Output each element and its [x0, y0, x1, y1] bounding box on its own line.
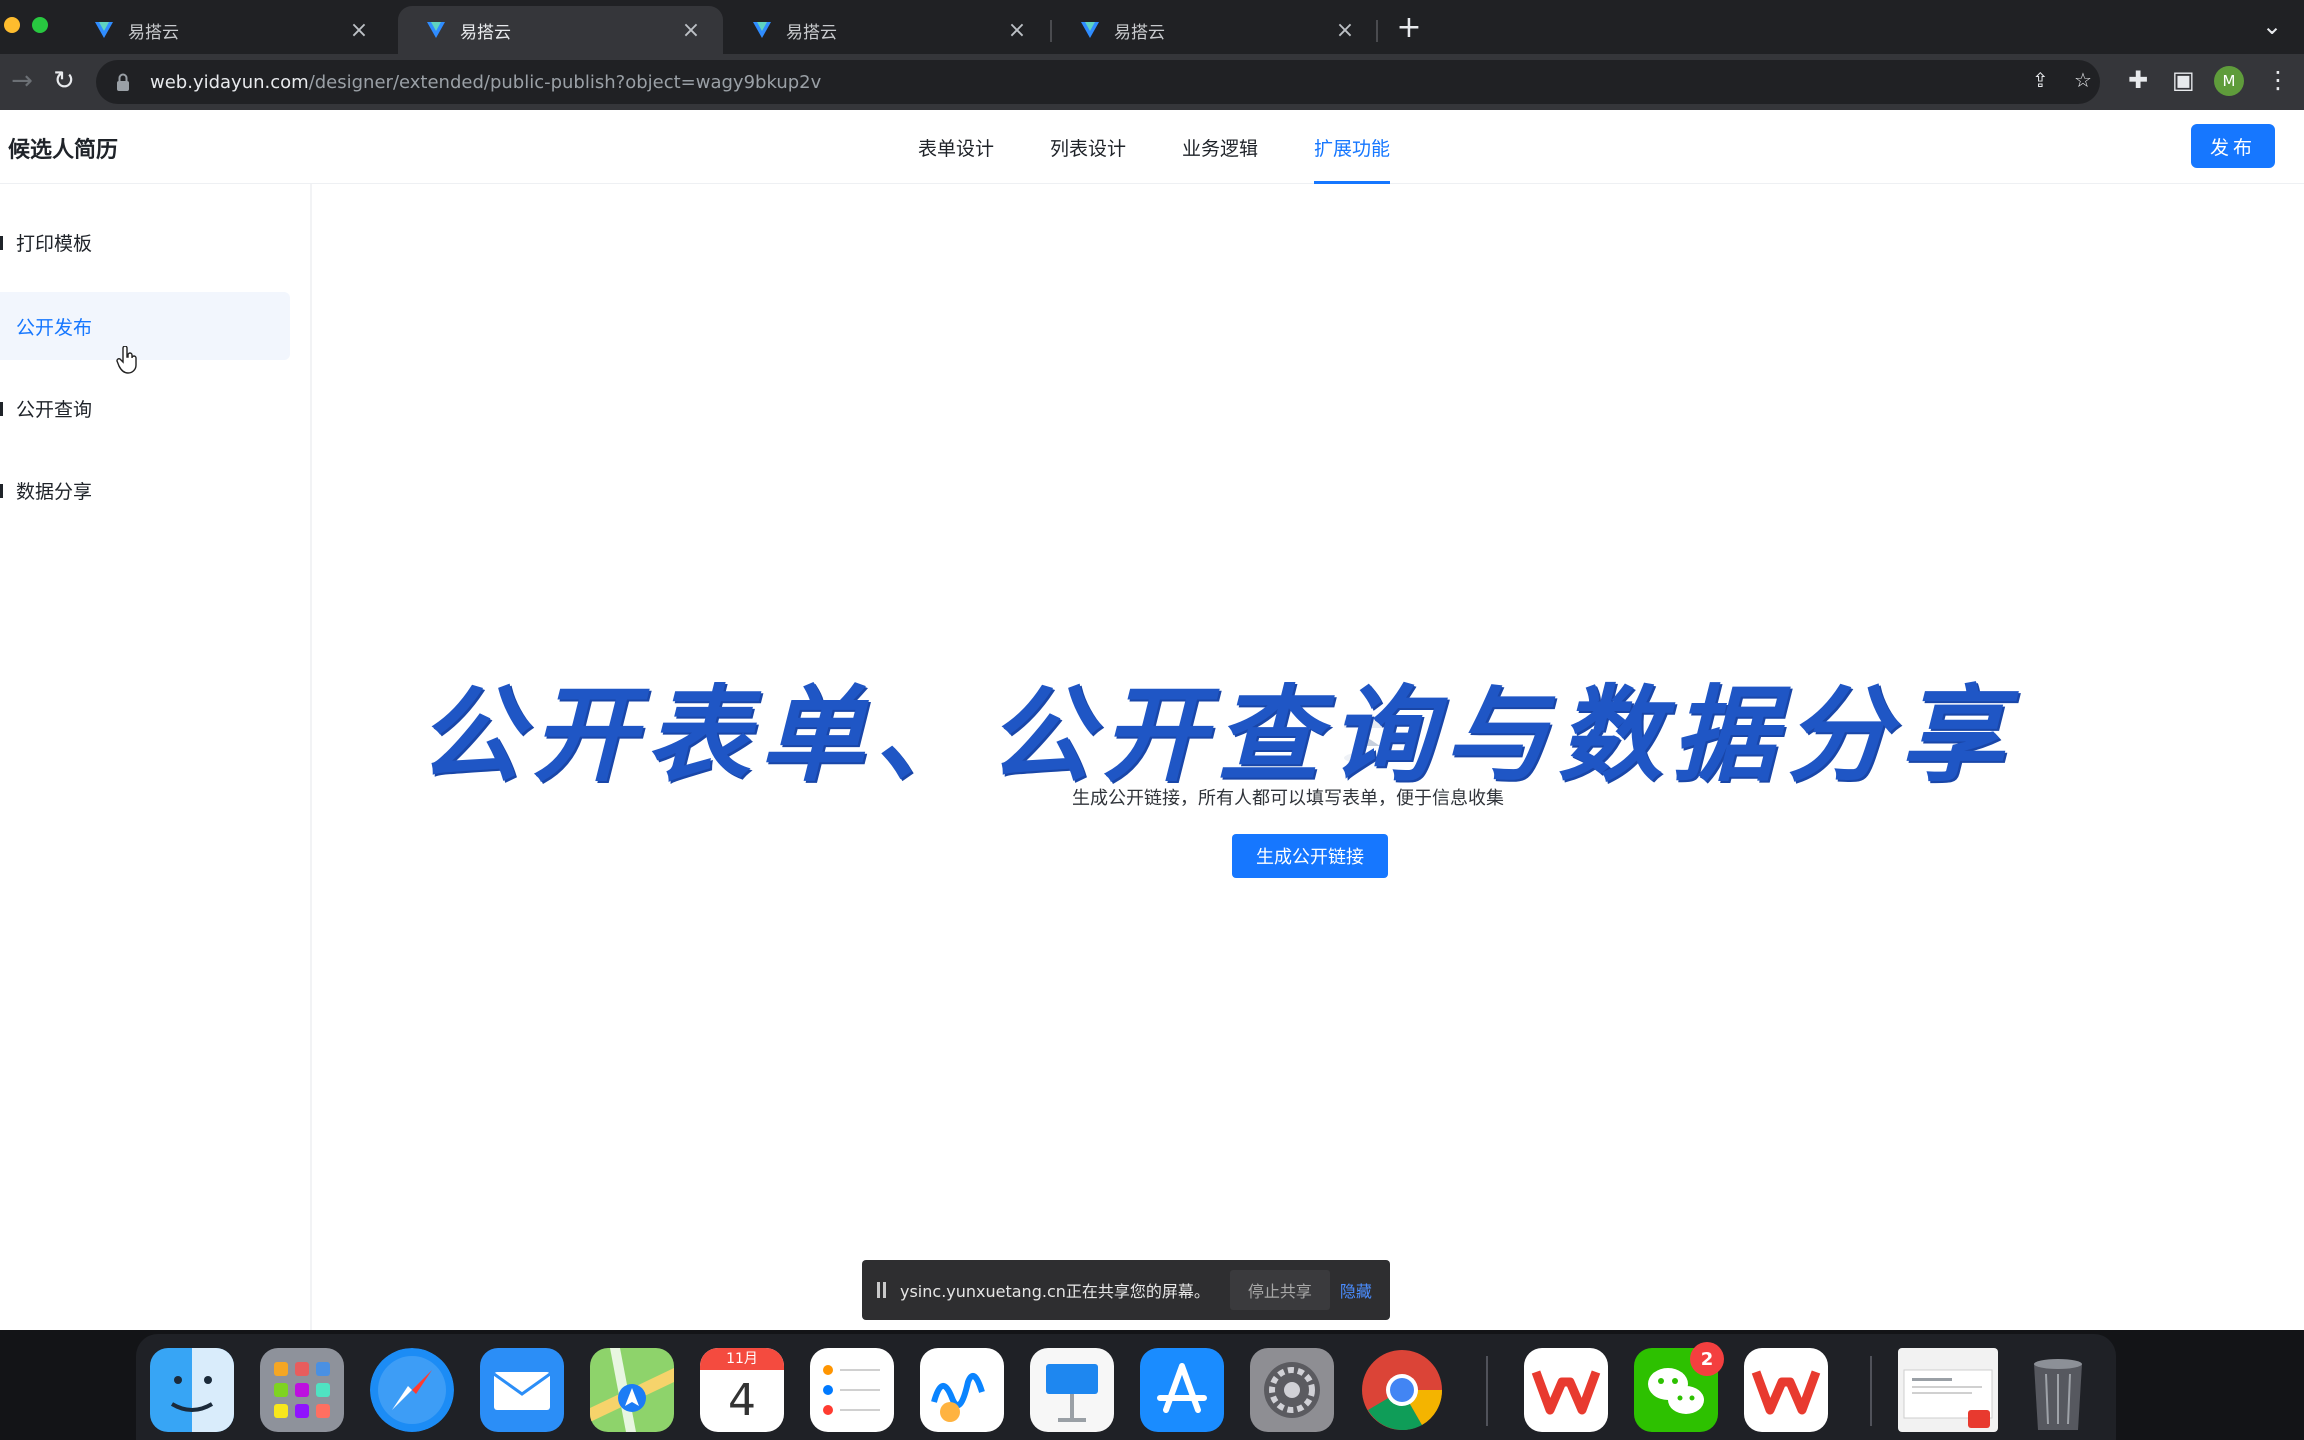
browser-tab-2[interactable]: 易搭云 × — [398, 6, 723, 54]
finder-icon[interactable] — [150, 1348, 234, 1432]
video-overlay-title: 公开表单、公开查询与数据分享 — [418, 674, 2015, 796]
hand-cursor-icon — [116, 346, 137, 374]
browser-tab-3[interactable]: 易搭云 × — [724, 6, 1049, 54]
close-tab-icon[interactable]: × — [1333, 18, 1357, 43]
reload-icon[interactable]: ↻ — [48, 66, 80, 96]
tab-title: 易搭云 — [460, 22, 511, 43]
mail-icon[interactable] — [480, 1348, 564, 1432]
macos-dock: 11月 4 2 — [136, 1334, 2116, 1440]
freeform-icon[interactable] — [920, 1348, 1004, 1432]
browser-tab-strip: 易搭云 × 易搭云 × 易搭云 × 易搭云 × + ⌄ — [0, 0, 2304, 54]
yidayun-favicon-icon — [1081, 22, 1099, 38]
url-host: web.yidayun.com — [150, 71, 309, 93]
close-tab-icon[interactable]: × — [679, 18, 703, 43]
wps-icon[interactable] — [1524, 1348, 1608, 1432]
sidebar: 打印模板 公开发布 公开查询 数据分享 — [0, 184, 312, 1330]
reminders-icon[interactable] — [810, 1348, 894, 1432]
document-thumbnail-icon[interactable] — [1898, 1348, 1998, 1432]
yidayun-favicon-icon — [753, 22, 771, 38]
share-icon[interactable]: ⇪ — [2032, 68, 2049, 92]
public-publish-description: 生成公开链接，所有人都可以填写表单，便于信息收集 — [1072, 788, 1504, 809]
browser-toolbar: → ↻ web.yidayun.com/designer/extended/pu… — [0, 54, 2304, 110]
bookmark-star-icon[interactable]: ☆ — [2074, 68, 2092, 92]
launchpad-icon[interactable] — [260, 1348, 344, 1432]
maps-icon[interactable] — [590, 1348, 674, 1432]
sidebar-marker — [0, 402, 3, 416]
lock-icon — [117, 73, 129, 91]
tab-extended-features[interactable]: 扩展功能 — [1314, 134, 1391, 184]
keynote-icon[interactable] — [1030, 1348, 1114, 1432]
app-header: 候选人简历 表单设计 列表设计 业务逻辑 扩展功能 发布 — [0, 110, 2304, 184]
new-tab-button[interactable]: + — [1392, 10, 1426, 45]
sidebar-item-label: 数据分享 — [16, 480, 93, 503]
sidebar-marker — [0, 236, 3, 250]
sidebar-item-label: 公开查询 — [16, 398, 93, 421]
browser-tab-4[interactable]: 易搭云 × — [1052, 6, 1377, 54]
tab-list-design[interactable]: 列表设计 — [1050, 134, 1126, 184]
publish-button[interactable]: 发布 — [2191, 124, 2275, 168]
tab-title: 易搭云 — [128, 22, 179, 43]
forward-arrow-icon[interactable]: → — [6, 66, 38, 96]
page-title: 候选人简历 — [8, 138, 119, 163]
tab-title: 易搭云 — [1114, 22, 1165, 43]
trash-icon[interactable] — [2016, 1348, 2100, 1432]
tab-separator — [1376, 20, 1378, 42]
pause-icon[interactable] — [876, 1282, 888, 1298]
close-tab-icon[interactable]: × — [347, 18, 371, 43]
tab-search-chevron-icon[interactable]: ⌄ — [2262, 12, 2282, 40]
sidebar-marker — [0, 484, 3, 498]
yidayun-favicon-icon — [427, 22, 445, 38]
zoom-window-button[interactable] — [32, 17, 48, 33]
sidebar-item-public-publish[interactable]: 公开发布 — [0, 292, 290, 360]
minimize-window-button[interactable] — [4, 17, 20, 33]
stop-sharing-button[interactable]: 停止共享 — [1229, 1270, 1330, 1310]
close-tab-icon[interactable]: × — [1005, 18, 1029, 43]
tab-form-design[interactable]: 表单设计 — [918, 134, 994, 184]
hide-share-bar-link[interactable]: 隐藏 — [1340, 1278, 1372, 1302]
sidebar-item-public-query[interactable]: 公开查询 — [0, 374, 290, 442]
tab-business-logic[interactable]: 业务逻辑 — [1182, 134, 1258, 184]
address-bar[interactable]: web.yidayun.com/designer/extended/public… — [96, 60, 2100, 104]
extensions-puzzle-icon[interactable]: ✚ — [2128, 66, 2148, 94]
sidebar-item-label: 公开发布 — [16, 316, 93, 339]
wechat-notification-badge: 2 — [1690, 1342, 1724, 1376]
generate-public-link-button[interactable]: 生成公开链接 — [1232, 834, 1388, 878]
app-store-icon[interactable] — [1140, 1348, 1224, 1432]
browser-menu-icon[interactable]: ⋮ — [2266, 66, 2290, 94]
wps-office-icon[interactable] — [1744, 1348, 1828, 1432]
yidayun-favicon-icon — [95, 22, 113, 38]
url-path: /designer/extended/public-publish?object… — [308, 71, 822, 93]
sidebar-item-print-template[interactable]: 打印模板 — [0, 208, 290, 276]
screen-share-bar: ysinc.yunxuetang.cn正在共享您的屏幕。 停止共享 隐藏 — [862, 1260, 1390, 1320]
chrome-icon[interactable] — [1360, 1348, 1444, 1432]
calendar-month: 11月 — [700, 1348, 784, 1370]
sidebar-item-label: 打印模板 — [16, 232, 93, 255]
system-settings-icon[interactable] — [1250, 1348, 1334, 1432]
screen-share-message: ysinc.yunxuetang.cn正在共享您的屏幕。 — [900, 1282, 1210, 1301]
dock-separator — [1486, 1356, 1488, 1426]
side-panel-icon[interactable]: ▣ — [2172, 66, 2195, 94]
browser-tab-1[interactable]: 易搭云 × — [66, 6, 391, 54]
dock-separator — [1870, 1356, 1872, 1426]
sidebar-item-data-share[interactable]: 数据分享 — [0, 456, 290, 524]
tab-title: 易搭云 — [786, 22, 837, 43]
calendar-day: 4 — [728, 1375, 756, 1426]
calendar-icon[interactable]: 11月 4 — [700, 1348, 784, 1432]
profile-avatar[interactable]: M — [2214, 66, 2244, 96]
safari-icon[interactable] — [370, 1348, 454, 1432]
